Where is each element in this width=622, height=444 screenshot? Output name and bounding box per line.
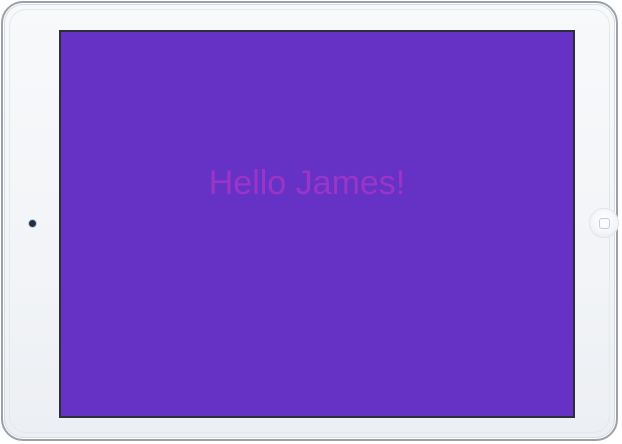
tablet-frame: Hello James!: [1, 1, 619, 441]
tablet-screen: Hello James!: [59, 30, 575, 418]
home-button[interactable]: [589, 208, 619, 238]
home-square-icon: [599, 218, 610, 229]
camera-icon: [29, 220, 36, 227]
greeting-text: Hello James!: [208, 164, 406, 202]
